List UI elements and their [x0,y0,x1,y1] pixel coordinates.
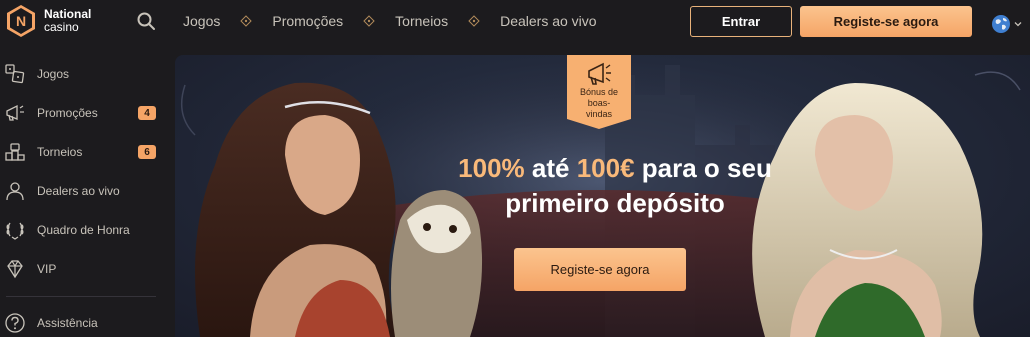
login-button[interactable]: Entrar [690,6,792,37]
diamond-separator-icon [239,14,253,28]
nav-item-jogos[interactable]: Jogos [183,13,220,29]
sidebar-item-label: Quadro de Honra [37,223,130,237]
logo-badge-icon: N [7,5,35,37]
brand-name: National casino [44,8,91,34]
diamond-icon [7,260,23,279]
diamond-separator-icon [362,14,376,28]
nav-item-torneios[interactable]: Torneios [395,13,448,29]
sidebar-item-vip[interactable]: VIP [0,254,164,284]
headline-line2: primeiro depósito [505,188,725,218]
headline-line1: 100% até 100€ para o seu [405,151,825,186]
sidebar-item-promocoes[interactable]: Promoções 4 [0,98,164,128]
sidebar: Jogos Promoções 4 Torneios 6 Dealers ao … [0,42,164,337]
megaphone-icon [6,104,24,121]
sidebar-item-label: VIP [37,262,57,276]
laurel-icon [6,222,24,240]
bonus-label: Bónus de boas- vindas [567,87,631,120]
sidebar-item-jogos[interactable]: Jogos [0,59,164,89]
headline-amount: 100€ [576,153,635,183]
search-icon[interactable] [136,11,156,31]
sidebar-item-torneios[interactable]: Torneios 6 [0,137,164,167]
brand-name-line2: casino [44,20,79,34]
headline-percent: 100% [458,153,525,183]
diamond-separator-icon [467,14,481,28]
sidebar-item-label: Torneios [37,145,83,159]
banner-register-button[interactable]: Registe-se agora [514,248,686,291]
brand-logo[interactable]: N National casino [6,4,91,38]
sidebar-item-quadro-honra[interactable]: Quadro de Honra [0,215,164,245]
sidebar-divider [6,296,156,297]
globe-icon [992,15,1010,33]
sidebar-item-label: Jogos [37,67,70,81]
tournaments-count-badge: 6 [138,145,156,159]
top-header: N National casino Jogos Promoções Tornei… [0,0,1030,42]
svg-text:N: N [16,13,26,29]
sidebar-item-label: Promoções [37,106,98,120]
sidebar-item-label: Dealers ao vivo [37,184,120,198]
sidebar-item-label: Assistência [37,316,98,330]
main-nav: Jogos Promoções Torneios Dealers ao vivo [183,0,597,42]
dealer-icon [6,182,24,201]
nav-item-promocoes[interactable]: Promoções [272,13,343,29]
chevron-down-icon [1014,22,1022,27]
nav-item-dealers[interactable]: Dealers ao vivo [500,13,597,29]
promo-banner: Bónus de boas- vindas 100% até 100€ para… [175,55,1030,337]
sidebar-item-assistencia[interactable]: Assistência [0,308,164,337]
tournament-icon [5,143,25,161]
headline-text: para o seu [634,153,772,183]
banner-headline: 100% até 100€ para o seu primeiro depósi… [405,151,825,221]
bonus-label-line: vindas [585,109,612,119]
bonus-label-line: boas- [587,98,611,108]
register-button[interactable]: Registe-se agora [800,6,972,37]
language-selector[interactable] [991,14,1022,34]
help-icon [5,313,25,333]
headline-text: até [524,153,577,183]
promotions-count-badge: 4 [138,106,156,120]
bonus-label-line: Bónus de [579,87,619,97]
sidebar-item-dealers[interactable]: Dealers ao vivo [0,176,164,206]
games-icon [5,64,25,84]
